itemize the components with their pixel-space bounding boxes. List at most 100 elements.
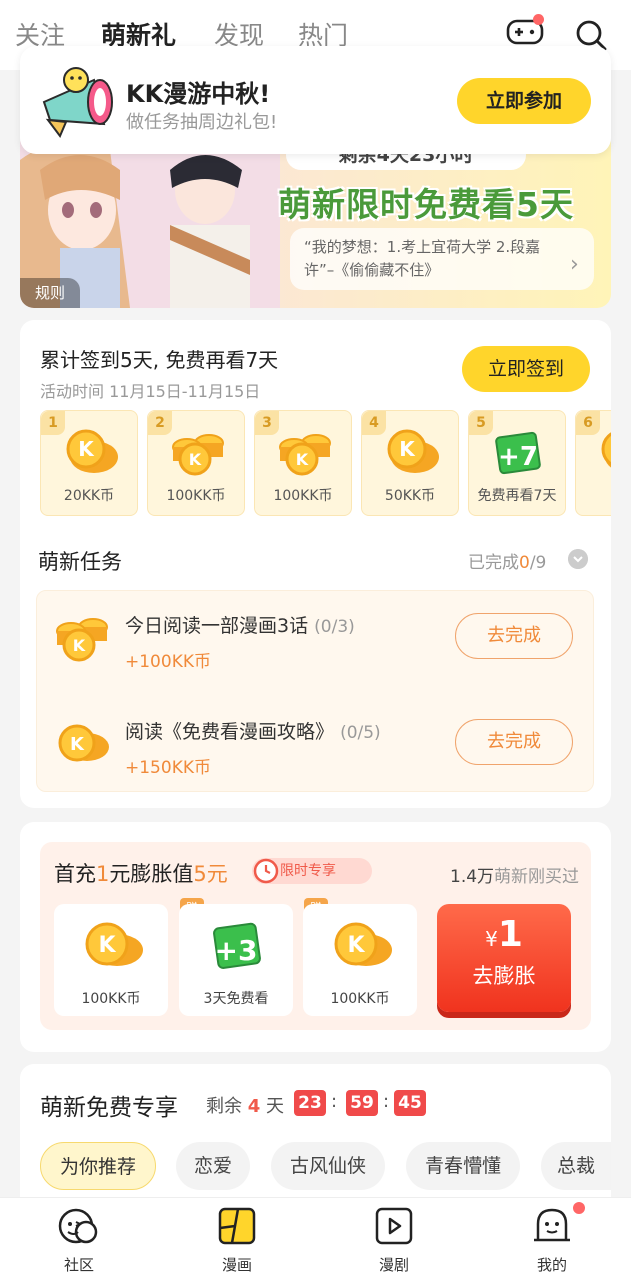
progress-current: 0 (519, 553, 530, 573)
signin-day[interactable]: 4 K 50KK币 (361, 410, 459, 516)
charge-title-value: 5元 (193, 862, 228, 886)
chip-recommended[interactable]: 为你推荐 (40, 1142, 156, 1190)
signin-day[interactable]: 5 +7 免费再看7天 (468, 410, 566, 516)
countdown-seconds: 45 (394, 1090, 426, 1116)
task-name: 阅读《免费看漫画攻略》 (0/5) (125, 717, 381, 744)
charge-title-part: 首充 (54, 862, 96, 886)
comic-icon (218, 1207, 256, 1245)
svg-text:K: K (78, 437, 95, 461)
first-charge-box: 首充1元膨胀值5元 限时专享 1.4万萌新刚买过 K 100KK币 赠 +3 3… (40, 842, 591, 1030)
nav-label: 漫画 (221, 1256, 252, 1274)
task-item: K 今日阅读一部漫画3话 (0/3) +100KK币 去完成 (37, 591, 593, 691)
progress-label: 已完成 (468, 553, 519, 573)
pay-label: 去膨胀 (472, 964, 536, 988)
day-reward: 50KK币 (384, 488, 436, 504)
nav-short-drama[interactable]: 漫剧 (354, 1206, 434, 1276)
countdown-minutes: 59 (346, 1090, 378, 1116)
countdown-separator: : (383, 1091, 390, 1112)
remain-prefix: 剩余 (206, 1096, 242, 1117)
chip-ceo[interactable]: 总裁 (541, 1142, 611, 1190)
svg-text:+7: +7 (498, 442, 538, 472)
svg-text:K: K (347, 933, 365, 958)
rules-link[interactable]: 规则 (20, 278, 80, 308)
join-now-button[interactable]: 立即参加 (457, 78, 591, 124)
task-name: 今日阅读一部漫画3话 (0/3) (125, 611, 355, 638)
task-reward: +150KK币 (125, 758, 211, 778)
go-complete-button[interactable]: 去完成 (455, 719, 573, 765)
inflate-pay-button[interactable]: ¥1 去膨胀 (437, 904, 571, 1012)
coin-icon: K (334, 922, 392, 966)
charge-item-label: 100KK币 (81, 991, 141, 1007)
profile-icon (534, 1208, 570, 1242)
free-days-icon: +7 (495, 431, 541, 475)
svg-text:K: K (399, 437, 416, 461)
nav-label: 漫剧 (378, 1256, 409, 1274)
nav-label: 我的 (536, 1256, 567, 1274)
nav-comic[interactable]: 漫画 (197, 1206, 277, 1276)
day-reward: 100KK币 (166, 488, 226, 504)
coin-icon (601, 432, 611, 468)
alarm-clock-icon (253, 858, 279, 884)
chevron-right-icon: › (570, 252, 579, 277)
bought-text: 萌新刚买过 (494, 867, 580, 887)
first-charge-card: 首充1元膨胀值5元 限时专享 1.4万萌新刚买过 K 100KK币 赠 +3 3… (20, 822, 611, 1052)
free-exclusive-card: 萌新免费专享 剩余 4 天 23 : 59 : 45 为你推荐 恋爱 古风仙侠 … (20, 1064, 611, 1214)
task-title: 今日阅读一部漫画3话 (125, 615, 309, 637)
signin-time: 活动时间 11月15日-11月15日 (40, 382, 261, 401)
free-days-icon: +3 (213, 922, 261, 969)
go-complete-button[interactable]: 去完成 (455, 613, 573, 659)
remaining-days: 剩余 4 天 (206, 1092, 284, 1118)
tasks-progress[interactable]: 已完成0/9 (468, 548, 546, 573)
pay-amount: 1 (497, 914, 523, 955)
task-list: K 今日阅读一部漫画3话 (0/3) +100KK币 去完成 K 阅读《免费看漫… (36, 590, 594, 792)
coin-icon: K (58, 724, 109, 762)
charge-item: K 100KK币 (54, 904, 168, 1016)
signin-day[interactable]: 2 K 100KK币 (147, 410, 245, 516)
banner-quote[interactable]: “我的梦想：1.考上宜荷大学 2.段嘉许”–《偷偷藏不住》 (290, 228, 594, 290)
bought-count: 1.4万萌新刚买过 (450, 862, 579, 887)
chip-youth[interactable]: 青春懵懂 (406, 1142, 520, 1190)
promo-banner[interactable]: 剩余4天23小时 萌新限时免费看5天 “我的梦想：1.考上宜荷大学 2.段嘉许”… (20, 130, 611, 308)
nav-profile[interactable]: 我的 (512, 1206, 592, 1276)
charge-item: K 100KK币 (303, 904, 417, 1016)
signin-day[interactable]: 6 5 (575, 410, 611, 516)
coin-icon: K (66, 429, 118, 473)
charge-title: 首充1元膨胀值5元 (54, 858, 228, 888)
coin-icon: K (387, 429, 439, 473)
video-play-icon (375, 1207, 413, 1245)
signin-day[interactable]: 3 K 100KK币 (254, 410, 352, 516)
charge-item-label: 3天免费看 (203, 991, 269, 1007)
nav-label: 社区 (63, 1256, 94, 1274)
progress-total: /9 (529, 553, 547, 573)
svg-text:K: K (189, 450, 202, 469)
signin-button[interactable]: 立即签到 (462, 346, 590, 392)
free-title: 萌新免费专享 (40, 1095, 178, 1121)
coin-stack-icon: K (56, 618, 108, 662)
charge-item: +3 3天免费看 (179, 904, 293, 1016)
bottom-nav: 社区 漫画 漫剧 我的 (0, 1197, 631, 1280)
signin-title: 累计签到5天, 免费再看7天 (40, 348, 279, 372)
task-count: (0/3) (314, 617, 355, 637)
coin-icon: K (85, 922, 143, 966)
remain-days: 4 (247, 1096, 261, 1117)
coin-stack-icon: K (172, 434, 224, 476)
nav-community[interactable]: 社区 (39, 1206, 119, 1276)
chip-romance[interactable]: 恋爱 (176, 1142, 250, 1190)
charge-title-amount: 1 (96, 862, 110, 886)
day-reward: 100KK币 (273, 488, 333, 504)
bought-number: 1.4万 (450, 867, 495, 887)
task-count: (0/5) (340, 723, 381, 743)
notification-dot (573, 1202, 585, 1214)
chevron-down-icon[interactable] (568, 549, 588, 569)
charge-title-part: 元膨胀值 (109, 862, 194, 886)
svg-text:K: K (98, 933, 116, 958)
popup-title: KK漫游中秋! (126, 80, 271, 108)
day-reward: 20KK币 (63, 488, 115, 504)
chip-xianxia[interactable]: 古风仙侠 (271, 1142, 385, 1190)
notification-dot (533, 14, 544, 25)
signin-day[interactable]: 1 K 20KK币 (40, 410, 138, 516)
event-popup: KK漫游中秋! 做任务抽周边礼包! 立即参加 (20, 46, 611, 154)
community-icon (58, 1208, 98, 1244)
task-item: K 阅读《免费看漫画攻略》 (0/5) +150KK币 去完成 (37, 697, 593, 797)
charge-item-label: 100KK币 (330, 991, 390, 1007)
